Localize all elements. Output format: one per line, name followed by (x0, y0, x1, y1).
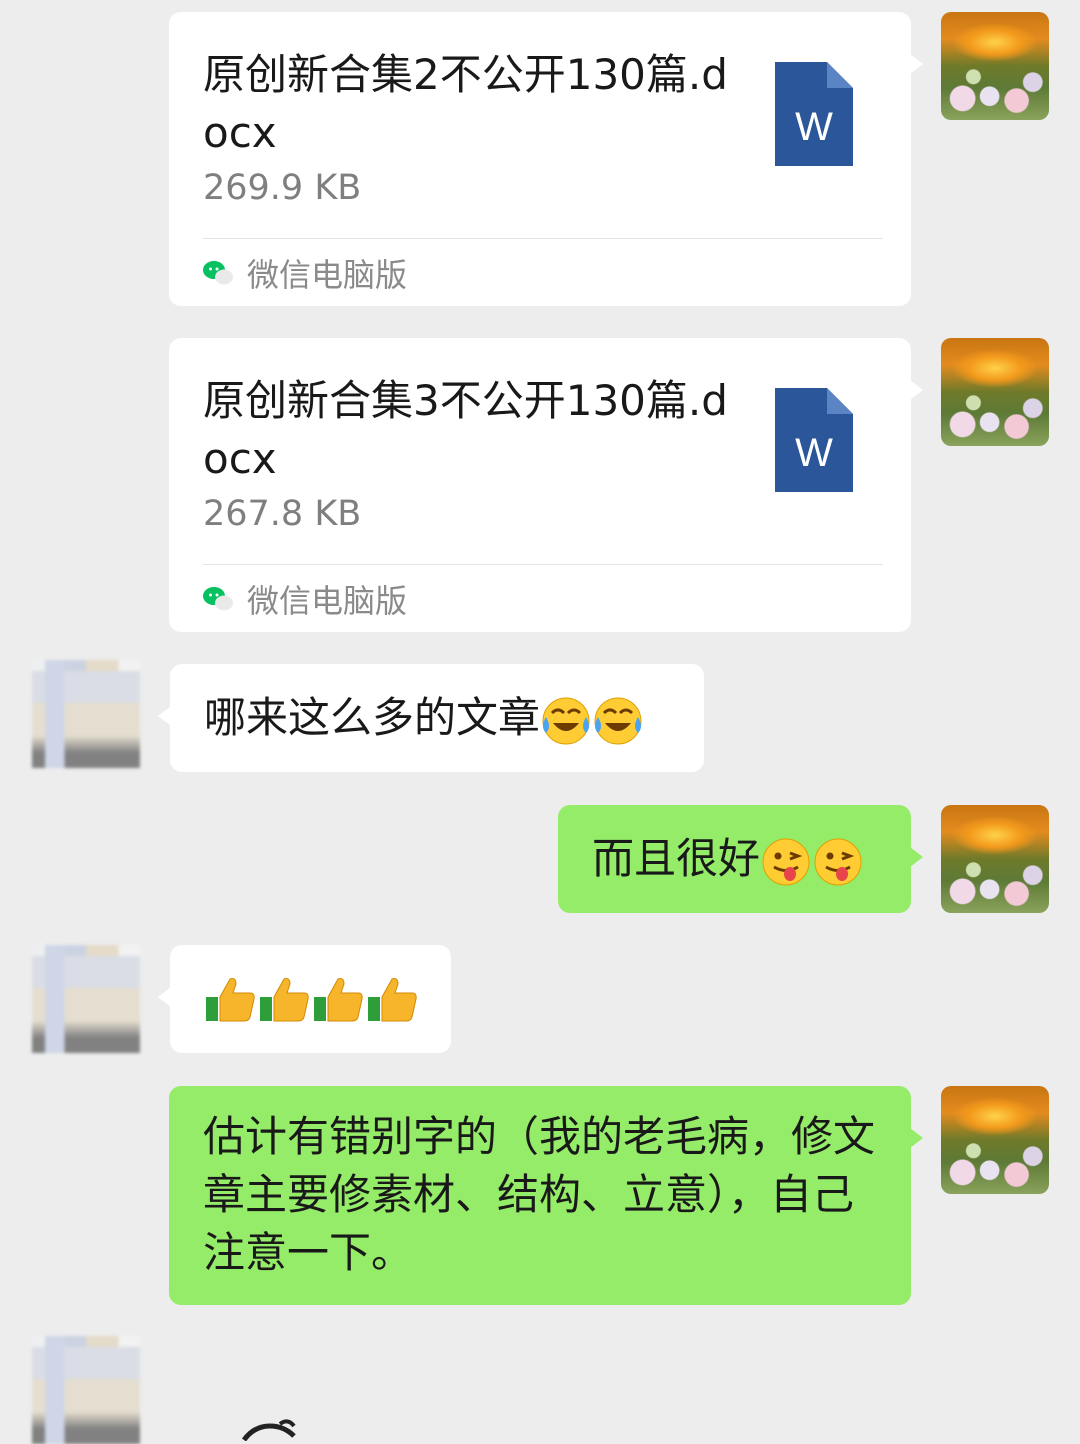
partial-sticker-icon (241, 1419, 296, 1441)
text-message-bubble[interactable]: 而且很好 (558, 805, 923, 913)
emoji-message-bubble[interactable] (158, 945, 451, 1053)
contact-avatar[interactable] (32, 660, 140, 768)
contact-avatar[interactable] (32, 945, 140, 1053)
file-size: 269.9 KB (203, 168, 362, 208)
face-with-tears-of-joy-icon (594, 697, 642, 744)
text-message-bubble[interactable]: 哪来这么多的文章 (158, 664, 704, 772)
file-message-card[interactable]: 原创新合集3不公开130篇.docx 267.8 KB W 微信电脑版 (169, 338, 923, 632)
file-name: 原创新合集3不公开130篇.docx (203, 376, 728, 483)
face-with-tears-of-joy-icon (542, 697, 590, 744)
message-text: 估计有错别字的（我的老毛病，修文章主要修素材、结构、立意），自己注意一下。 (203, 1112, 876, 1277)
my-avatar[interactable] (941, 12, 1049, 120)
file-source-label: 微信电脑版 (247, 582, 408, 620)
contact-avatar[interactable] (32, 1336, 140, 1444)
my-avatar[interactable] (941, 1086, 1049, 1194)
file-size: 267.8 KB (203, 494, 362, 534)
word-doc-icon: W (775, 62, 853, 166)
wechat-icon (203, 261, 233, 285)
word-doc-letter: W (795, 105, 833, 149)
wechat-icon (203, 587, 233, 611)
word-doc-icon: W (775, 388, 853, 492)
message-text: 而且很好 (592, 834, 761, 883)
thumbs-up-icon (368, 978, 417, 1022)
divider (203, 564, 883, 565)
text-message-bubble[interactable]: 估计有错别字的（我的老毛病，修文章主要修素材、结构、立意），自己注意一下。 (169, 1086, 923, 1305)
my-avatar[interactable] (941, 338, 1049, 446)
winking-face-with-tongue-icon (762, 838, 810, 885)
word-doc-letter: W (795, 431, 833, 475)
file-message-card[interactable]: 原创新合集2不公开130篇.docx 269.9 KB W 微信电脑版 (169, 12, 923, 306)
thumbs-up-icon (314, 978, 363, 1022)
message-text: 哪来这么多的文章 (204, 693, 541, 742)
winking-face-with-tongue-icon (814, 838, 862, 885)
my-avatar[interactable] (941, 805, 1049, 913)
thumbs-up-icon (260, 978, 309, 1022)
thumbs-up-icon (206, 978, 255, 1022)
file-source-label: 微信电脑版 (247, 256, 408, 294)
divider (203, 238, 883, 239)
file-name: 原创新合集2不公开130篇.docx (203, 50, 728, 157)
